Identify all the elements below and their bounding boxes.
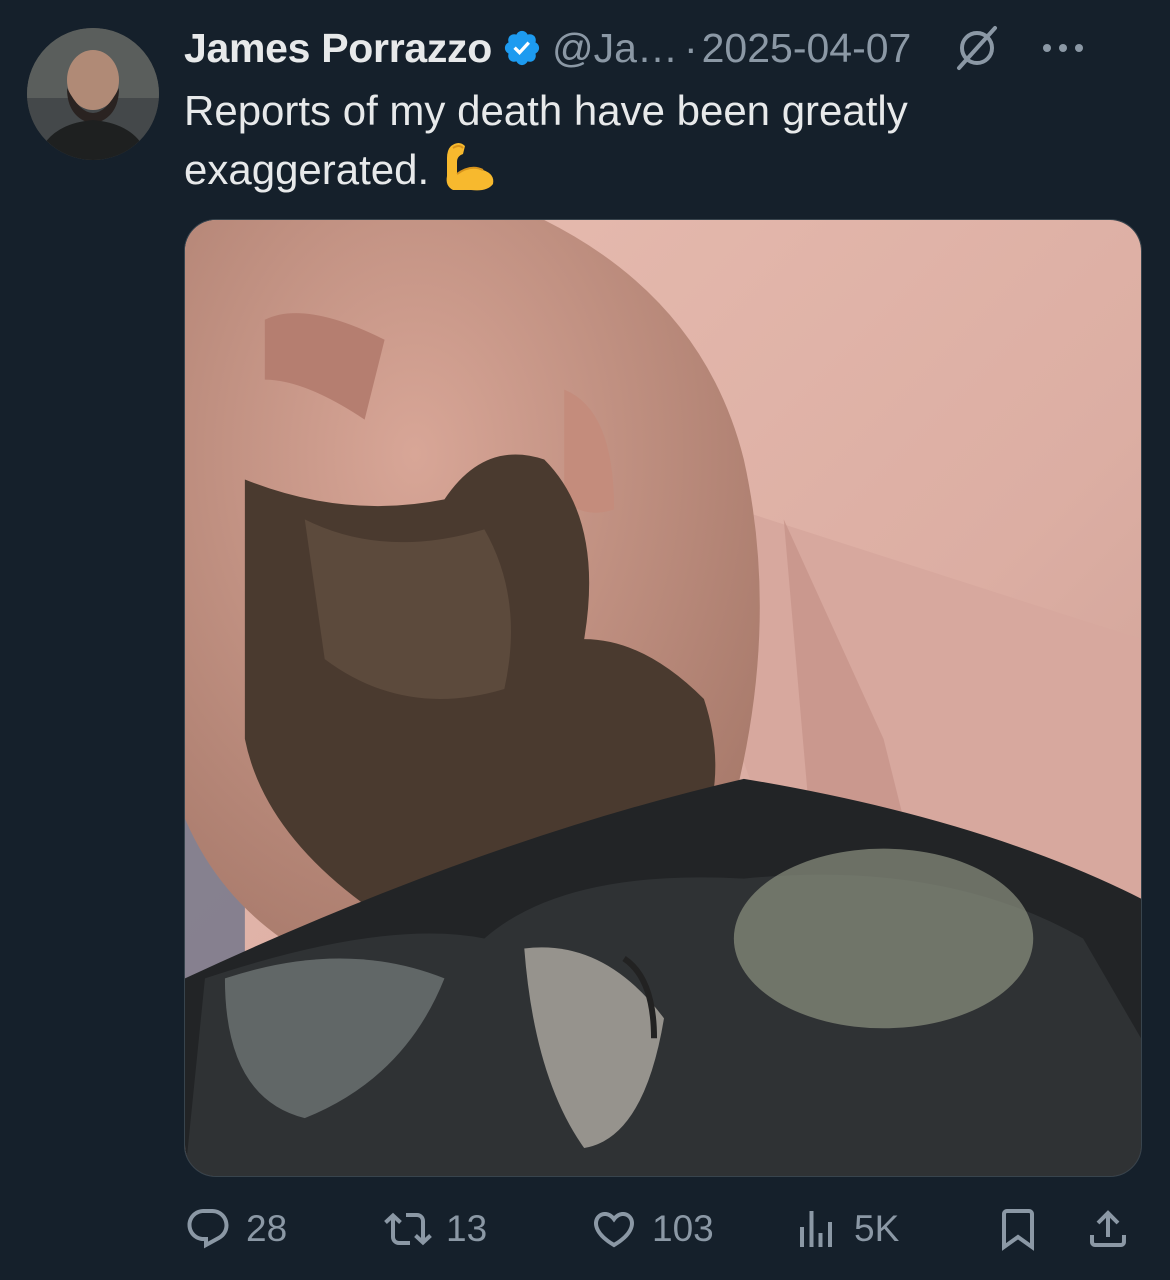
retweet-count: 13: [446, 1208, 488, 1249]
bookmark-button[interactable]: [994, 1196, 1042, 1262]
bookmark-icon: [1002, 1209, 1034, 1251]
heart-icon: [593, 1212, 635, 1248]
tweet[interactable]: James Porrazzo @Ja… · 2025-04-07 Reports…: [0, 0, 1170, 1280]
tweet-date[interactable]: 2025-04-07: [702, 25, 912, 72]
reply-count: 28: [246, 1208, 288, 1249]
avatar-photo: [27, 28, 159, 160]
header-separator: ·: [683, 24, 698, 71]
tweet-photo[interactable]: [184, 219, 1142, 1177]
verified-badge-icon: [502, 28, 542, 68]
views-count: 5K: [854, 1208, 900, 1249]
like-button[interactable]: 103: [590, 1196, 714, 1262]
flexed-biceps-emoji-icon: [441, 140, 499, 192]
views-chart-icon: [800, 1211, 832, 1247]
action-bar: 28 13 103 5K: [184, 1196, 1144, 1262]
tweet-header: James Porrazzo @Ja… · 2025-04-07: [184, 22, 1144, 74]
share-button[interactable]: [1084, 1196, 1132, 1262]
retweet-button[interactable]: 13: [384, 1196, 487, 1262]
author-handle[interactable]: @Ja…: [552, 25, 678, 72]
avatar[interactable]: [27, 28, 159, 160]
retweet-icon: [384, 1212, 432, 1246]
reply-icon: [187, 1209, 229, 1249]
reply-button[interactable]: 28: [184, 1196, 287, 1262]
tweet-text-content: Reports of my death have been greatly ex…: [184, 87, 908, 193]
more-options-icon[interactable]: [1041, 40, 1085, 56]
grok-icon[interactable]: [953, 24, 1001, 72]
tweet-text: Reports of my death have been greatly ex…: [184, 82, 1114, 199]
like-count: 103: [652, 1208, 714, 1249]
share-icon: [1090, 1210, 1126, 1247]
views-button[interactable]: 5K: [792, 1196, 899, 1262]
author-name[interactable]: James Porrazzo: [184, 25, 492, 72]
photo-image: [185, 220, 1141, 1176]
